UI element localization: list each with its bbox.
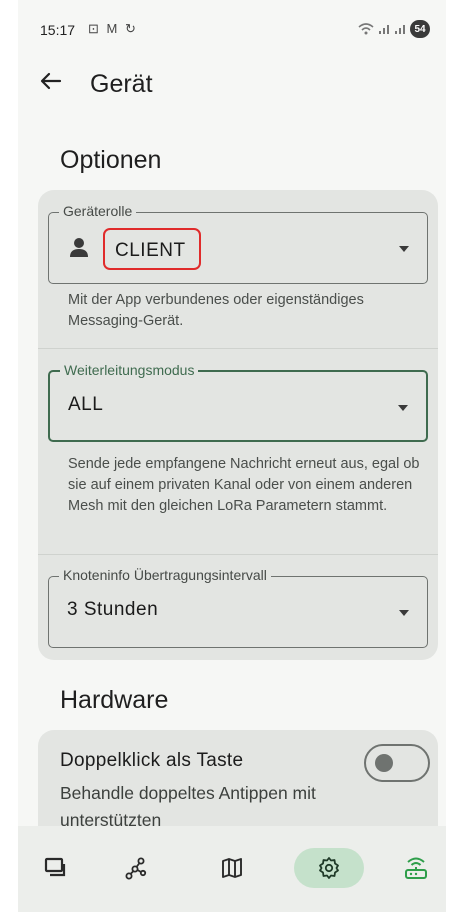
settings-icon: [319, 857, 339, 879]
connection-icon: [405, 857, 427, 879]
dropdown-arrow-icon: [398, 405, 408, 411]
device-role-value: CLIENT: [115, 240, 186, 261]
top-app-bar: Gerät: [18, 58, 446, 114]
device-role-label: Geräterolle: [59, 203, 137, 219]
section-title-hardware: Hardware: [60, 686, 169, 714]
nodeinfo-label: Knoteninfo Übertragungsintervall: [59, 567, 271, 583]
device-role-group: Geräterolle CLIENT Mit der App verbunden…: [38, 190, 438, 348]
battery-icon: 54: [410, 20, 430, 38]
options-card: Geräterolle CLIENT Mit der App verbunden…: [38, 190, 438, 660]
section-title-options: Optionen: [60, 146, 162, 174]
person-icon: [70, 238, 88, 257]
status-bar: 15:17 ⊡ M ↻ 54: [18, 0, 446, 54]
device-role-dropdown[interactable]: Geräterolle CLIENT: [48, 203, 428, 284]
rebroadcast-helper: Sende jede empfangene Nachricht erneut a…: [68, 456, 420, 514]
bottom-navigation: [18, 826, 446, 912]
rebroadcast-label: Weiterleitungsmodus: [60, 362, 199, 378]
dropdown-arrow-icon: [399, 610, 409, 616]
nodeinfo-value: 3 Stunden: [67, 599, 159, 620]
app-screen: 15:17 ⊡ M ↻ 54 Gerät Optionen Geräteroll…: [18, 0, 446, 912]
page-title: Gerät: [90, 70, 153, 98]
highlight-box: CLIENT: [103, 228, 201, 270]
nav-map[interactable]: [204, 848, 260, 888]
toggle-knob: [375, 754, 393, 772]
rebroadcast-value: ALL: [68, 394, 104, 415]
double-tap-title: Doppelklick als Taste: [60, 750, 244, 771]
nav-settings[interactable]: [294, 848, 364, 888]
status-time: 15:17: [40, 22, 76, 38]
nodes-icon: [125, 857, 147, 880]
signal-icon-2: [395, 25, 405, 34]
notification-icons: ⊡ M ↻: [88, 21, 138, 36]
nav-messages[interactable]: [28, 848, 84, 888]
nodeinfo-group: Knoteninfo Übertragungsintervall 3 Stund…: [38, 554, 438, 660]
wifi-icon: [358, 23, 374, 35]
signal-icon: [379, 25, 389, 34]
double-tap-toggle[interactable]: [364, 744, 430, 782]
rebroadcast-group: Weiterleitungsmodus ALL Sende jede empfa…: [38, 348, 438, 554]
nav-connection[interactable]: [388, 848, 444, 888]
back-arrow-icon[interactable]: [38, 68, 68, 98]
messages-icon: [44, 857, 66, 877]
device-role-helper: Mit der App verbundenes oder eigenständi…: [68, 292, 364, 329]
nav-nodes[interactable]: [108, 848, 164, 888]
rebroadcast-dropdown[interactable]: Weiterleitungsmodus ALL: [48, 362, 428, 442]
nodeinfo-dropdown[interactable]: Knoteninfo Übertragungsintervall 3 Stund…: [48, 567, 428, 648]
map-icon: [222, 858, 242, 878]
status-right: 54: [358, 20, 430, 38]
dropdown-arrow-icon: [399, 246, 409, 252]
